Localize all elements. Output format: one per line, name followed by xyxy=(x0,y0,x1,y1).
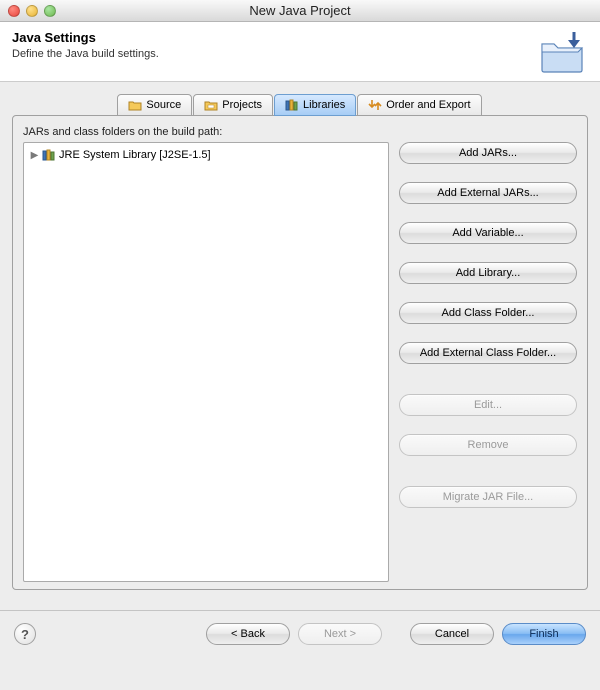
projects-icon xyxy=(204,98,218,112)
page-description: Define the Java build settings. xyxy=(12,48,588,60)
tab-projects[interactable]: Projects xyxy=(193,94,273,116)
window-controls xyxy=(0,5,56,17)
zoom-window-button[interactable] xyxy=(44,5,56,17)
main-content: Source Projects Libraries Order and Expo… xyxy=(0,82,600,590)
buildpath-label: JARs and class folders on the build path… xyxy=(23,126,577,138)
page-title: Java Settings xyxy=(12,30,588,45)
tree-item-jre-system-library[interactable]: ▶ JRE System Library [J2SE-1.5] xyxy=(26,147,386,163)
help-button[interactable]: ? xyxy=(14,623,36,645)
button-label: Add JARs... xyxy=(459,147,517,159)
tab-source[interactable]: Source xyxy=(117,94,192,116)
spacer xyxy=(399,462,577,480)
button-label: Next > xyxy=(324,628,356,640)
add-class-folder-button[interactable]: Add Class Folder... xyxy=(399,302,577,324)
close-window-button[interactable] xyxy=(8,5,20,17)
button-label: Add Variable... xyxy=(452,227,523,239)
add-library-button[interactable]: Add Library... xyxy=(399,262,577,284)
spacer xyxy=(399,250,577,256)
spacer xyxy=(399,170,577,176)
next-button: Next > xyxy=(298,623,382,645)
spacer xyxy=(399,290,577,296)
spacer xyxy=(399,422,577,428)
button-label: Edit... xyxy=(474,399,502,411)
title-bar: New Java Project xyxy=(0,0,600,22)
add-external-jars-button[interactable]: Add External JARs... xyxy=(399,182,577,204)
buildpath-tree[interactable]: ▶ JRE System Library [J2SE-1.5] xyxy=(23,142,389,582)
tab-label: Order and Export xyxy=(386,99,470,111)
tab-order-export[interactable]: Order and Export xyxy=(357,94,481,116)
source-folder-icon xyxy=(128,98,142,112)
spacer xyxy=(399,370,577,388)
disclosure-triangle-icon[interactable]: ▶ xyxy=(30,150,39,161)
folder-wizard-icon xyxy=(538,30,588,77)
button-label: Add External JARs... xyxy=(437,187,539,199)
add-external-class-folder-button[interactable]: Add External Class Folder... xyxy=(399,342,577,364)
tab-content: JARs and class folders on the build path… xyxy=(12,115,588,590)
button-label: < Back xyxy=(231,628,265,640)
tab-label: Source xyxy=(146,99,181,111)
minimize-window-button[interactable] xyxy=(26,5,38,17)
window-title: New Java Project xyxy=(0,3,600,18)
wizard-header: Java Settings Define the Java build sett… xyxy=(0,22,600,82)
spacer xyxy=(399,210,577,216)
button-label: Add Class Folder... xyxy=(442,307,535,319)
side-button-column: Add JARs... Add External JARs... Add Var… xyxy=(399,142,577,582)
spacer xyxy=(399,330,577,336)
wizard-footer: ? < Back Next > Cancel Finish xyxy=(0,611,600,659)
button-label: Remove xyxy=(468,439,509,451)
remove-button: Remove xyxy=(399,434,577,456)
add-variable-button[interactable]: Add Variable... xyxy=(399,222,577,244)
button-label: Add External Class Folder... xyxy=(420,347,556,359)
button-label: Cancel xyxy=(435,628,469,640)
tab-bar: Source Projects Libraries Order and Expo… xyxy=(12,94,588,116)
library-icon xyxy=(42,148,56,162)
tab-libraries[interactable]: Libraries xyxy=(274,94,356,116)
button-label: Migrate JAR File... xyxy=(443,491,533,503)
add-jars-button[interactable]: Add JARs... xyxy=(399,142,577,164)
migrate-jar-button: Migrate JAR File... xyxy=(399,486,577,508)
back-button[interactable]: < Back xyxy=(206,623,290,645)
tab-label: Libraries xyxy=(303,99,345,111)
order-export-icon xyxy=(368,98,382,112)
help-icon: ? xyxy=(21,627,29,642)
button-label: Add Library... xyxy=(456,267,521,279)
tree-item-label: JRE System Library [J2SE-1.5] xyxy=(59,149,211,161)
libraries-icon xyxy=(285,98,299,112)
button-label: Finish xyxy=(529,628,558,640)
finish-button[interactable]: Finish xyxy=(502,623,586,645)
cancel-button[interactable]: Cancel xyxy=(410,623,494,645)
edit-button: Edit... xyxy=(399,394,577,416)
tab-label: Projects xyxy=(222,99,262,111)
